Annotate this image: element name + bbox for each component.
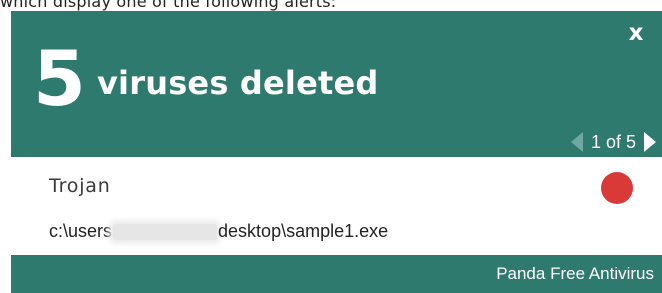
pager: 1 of 5 <box>570 131 656 153</box>
background-document-text: which display one of the following alert… <box>0 0 337 11</box>
notification-header: x 5 viruses deleted 1 of 5 <box>11 11 662 157</box>
threat-detail: Trojan c:\users desktop\sample1.exe <box>11 157 662 255</box>
notification-footer: Panda Free Antivirus <box>11 255 662 293</box>
threat-name: Trojan <box>49 175 111 197</box>
redacted-username <box>113 223 218 240</box>
screenshot-root: which display one of the following alert… <box>0 0 662 293</box>
close-icon[interactable]: x <box>624 21 648 45</box>
chevron-right-icon[interactable] <box>644 132 656 152</box>
file-path-suffix: desktop\sample1.exe <box>218 221 389 241</box>
notification-title: viruses deleted <box>97 64 379 102</box>
chevron-left-icon[interactable] <box>570 132 583 152</box>
page-indicator: 1 of 5 <box>590 132 636 152</box>
brand-label: Panda Free Antivirus <box>496 264 654 283</box>
file-path: c:\users desktop\sample1.exe <box>49 221 388 242</box>
red-dot-icon <box>601 172 633 204</box>
virus-count: 5 <box>33 34 86 123</box>
background-document-strip: which display one of the following alert… <box>0 0 662 11</box>
file-path-prefix: c:\users <box>49 221 113 241</box>
antivirus-notification: x 5 viruses deleted 1 of 5 Trojan c:\use… <box>11 11 662 293</box>
